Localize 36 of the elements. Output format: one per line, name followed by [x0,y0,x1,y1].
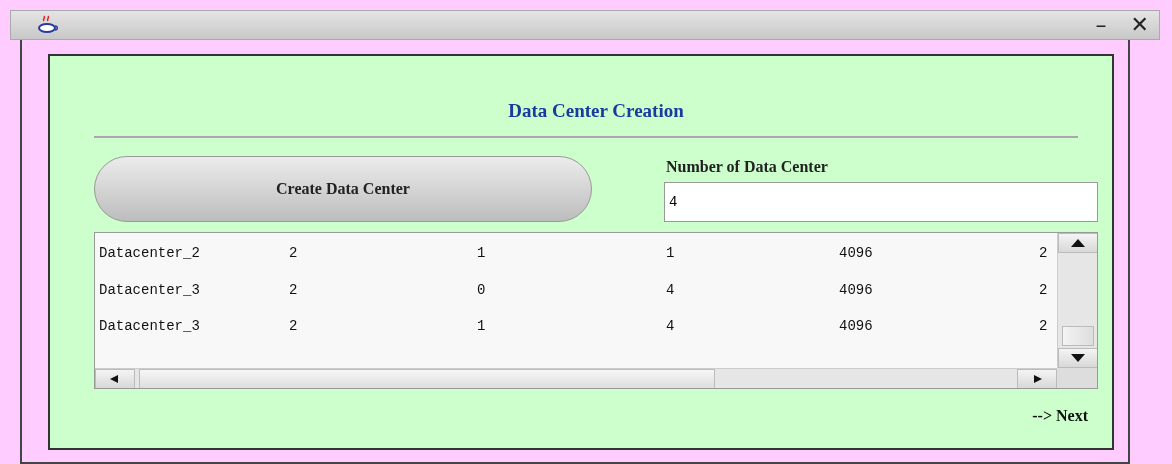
output-value: 2 [289,318,299,335]
output-value: 0 [477,281,487,298]
output-value: 2 [1039,245,1049,262]
output-value: Datacenter_3 [99,281,201,298]
scroll-right-button[interactable] [1017,368,1057,388]
minimize-button[interactable]: – [1095,14,1107,36]
output-value: 4 [666,281,676,298]
output-value: 4096 [839,245,874,262]
close-button[interactable]: ✕ [1130,14,1149,36]
scroll-thumb[interactable] [1061,326,1094,346]
scroll-left-button[interactable] [95,368,135,388]
field-label: Number of Data Center [666,158,829,176]
output-value: 4 [666,318,676,335]
output-value: 1 [666,245,676,262]
next-link[interactable]: --> Next [1032,407,1088,425]
create-data-center-button[interactable]: Create Data Center [94,156,592,222]
output-value: 4096 [839,281,874,298]
data-center-count-field[interactable]: 4 [664,182,1098,222]
up-arrow-icon [1071,239,1085,247]
output-value: Datacenter_3 [99,318,201,335]
output-value: 4096 [839,318,874,335]
down-arrow-icon [1071,354,1085,362]
scroll-thumb[interactable] [139,368,715,388]
output-value: Datacenter_2 [99,245,201,262]
scroll-down-button[interactable] [1058,348,1097,368]
coffee-cup-icon [37,15,59,35]
output-value: 2 [289,245,299,262]
output-value: 1 [477,245,487,262]
output-text-area[interactable]: Datacenter_2 2 1 1 4096 2 Datacenter_3 2 0 4 4096 2 Datacenter_3 2 1 4 4096 2 [94,232,1098,389]
panel-title: Data Center Creation [507,100,685,122]
scroll-up-button[interactable] [1058,233,1097,253]
scrollbar-corner [1057,368,1097,388]
output-value: 2 [1039,318,1049,335]
output-value: 1 [477,318,487,335]
output-value: 2 [289,281,299,298]
output-value: 2 [1039,281,1049,298]
